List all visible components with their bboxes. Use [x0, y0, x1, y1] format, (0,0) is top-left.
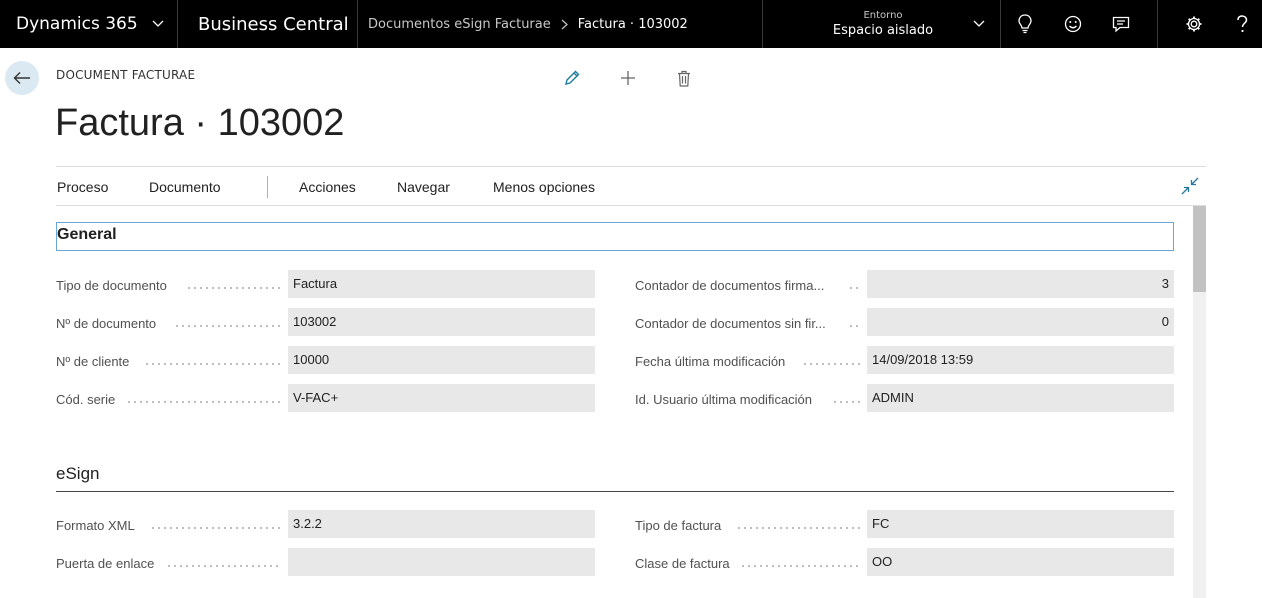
divider	[1157, 0, 1158, 48]
app-name[interactable]: Business Central	[198, 0, 349, 48]
action-proceso[interactable]: Proceso	[57, 179, 108, 195]
action-divider	[267, 176, 268, 198]
section-general-header[interactable]: General	[56, 222, 1174, 251]
leader-dots	[126, 401, 282, 403]
action-menos-opciones[interactable]: Menos opciones	[493, 179, 595, 195]
action-acciones[interactable]: Acciones	[299, 179, 356, 195]
field-label-tipo-documento: Tipo de documento	[56, 278, 167, 293]
action-documento[interactable]: Documento	[149, 179, 221, 195]
environment-label: Entorno	[863, 9, 903, 21]
field-label-numero-documento: Nº de documento	[56, 316, 157, 331]
divider	[1000, 0, 1001, 48]
field-value-tipo-factura[interactable]: FC	[867, 510, 1174, 538]
delete-trash-icon[interactable]	[674, 68, 694, 88]
field-label-clase-factura: Clase de factura	[635, 556, 730, 571]
leader-dots	[740, 565, 862, 567]
field-label-tipo-factura: Tipo de factura	[635, 518, 722, 533]
page-caption: DOCUMENT FACTURAE	[56, 68, 196, 82]
field-value-contador-sin-firmar[interactable]: 0	[867, 308, 1174, 336]
gear-icon[interactable]	[1184, 14, 1204, 34]
field-value-puerta-enlace[interactable]	[288, 548, 595, 576]
product-switcher[interactable]: Dynamics 365	[0, 0, 177, 48]
leader-dots	[144, 363, 282, 365]
section-title: eSign	[56, 464, 100, 483]
smiley-feedback-icon[interactable]	[1063, 14, 1083, 34]
field-label-numero-cliente: Nº de cliente	[56, 354, 130, 369]
chevron-down-icon	[152, 20, 164, 27]
leader-dots	[166, 565, 282, 567]
chevron-down-icon[interactable]	[972, 17, 986, 31]
field-label-contador-firmados: Contador de documentos firma...	[635, 278, 825, 293]
arrow-left-icon	[13, 72, 30, 84]
environment-selector[interactable]: Entorno Espacio aislado	[778, 0, 988, 48]
leader-dots	[186, 287, 282, 289]
field-label-usuario-modificacion: Id. Usuario última modificación	[635, 392, 813, 407]
top-navigation-bar: Dynamics 365 Business Central Documentos…	[0, 0, 1262, 48]
product-name: Dynamics 365	[16, 14, 138, 34]
breadcrumb-parent[interactable]: Documentos eSign Facturae	[368, 17, 551, 32]
page-title: Factura · 103002	[55, 102, 345, 144]
breadcrumb-current: Factura · 103002	[577, 16, 688, 32]
section-title: General	[57, 226, 117, 243]
collapse-icon[interactable]	[1180, 176, 1200, 196]
field-label-puerta-enlace: Puerta de enlace	[56, 556, 155, 571]
environment-value: Espacio aislado	[832, 22, 934, 38]
leader-dots	[174, 325, 282, 327]
field-label-fecha-modificacion: Fecha última modificación	[635, 354, 786, 369]
field-value-formato-xml[interactable]: 3.2.2	[288, 510, 595, 538]
leader-dots	[832, 401, 862, 403]
section-esign-header[interactable]: eSign	[56, 464, 1174, 492]
action-navegar[interactable]: Navegar	[397, 179, 450, 195]
scrollbar-thumb[interactable]	[1193, 206, 1206, 292]
back-button[interactable]	[5, 61, 39, 95]
field-value-clase-factura[interactable]: OO	[867, 548, 1174, 576]
breadcrumb: Documentos eSign Facturae Factura · 1030…	[368, 0, 688, 48]
chevron-right-icon	[561, 19, 568, 29]
field-label-contador-sin-firmar: Contador de documentos sin fir...	[635, 316, 826, 331]
divider	[762, 0, 763, 48]
field-value-cod-serie[interactable]: V-FAC+	[288, 384, 595, 412]
leader-dots	[802, 363, 862, 365]
field-value-usuario-modificacion[interactable]: ADMIN	[867, 384, 1174, 412]
edit-pencil-icon[interactable]	[562, 68, 582, 88]
action-bar: Proceso Documento Acciones Navegar Menos…	[56, 166, 1206, 206]
field-label-cod-serie: Cód. serie	[56, 392, 116, 407]
field-value-numero-cliente[interactable]: 10000	[288, 346, 595, 374]
leader-dots	[848, 325, 862, 327]
field-label-formato-xml: Formato XML	[56, 518, 135, 533]
field-value-tipo-documento[interactable]: Factura	[288, 270, 595, 298]
chat-icon[interactable]	[1111, 14, 1131, 34]
lightbulb-icon[interactable]	[1015, 14, 1035, 34]
add-icon[interactable]	[618, 68, 638, 88]
leader-dots	[736, 527, 862, 529]
help-icon[interactable]	[1232, 14, 1252, 34]
field-value-numero-documento[interactable]: 103002	[288, 308, 595, 336]
field-value-fecha-modificacion[interactable]: 14/09/2018 13:59	[867, 346, 1174, 374]
divider	[357, 0, 358, 48]
leader-dots	[848, 287, 862, 289]
divider	[177, 0, 178, 48]
leader-dots	[150, 527, 282, 529]
field-value-contador-firmados[interactable]: 3	[867, 270, 1174, 298]
